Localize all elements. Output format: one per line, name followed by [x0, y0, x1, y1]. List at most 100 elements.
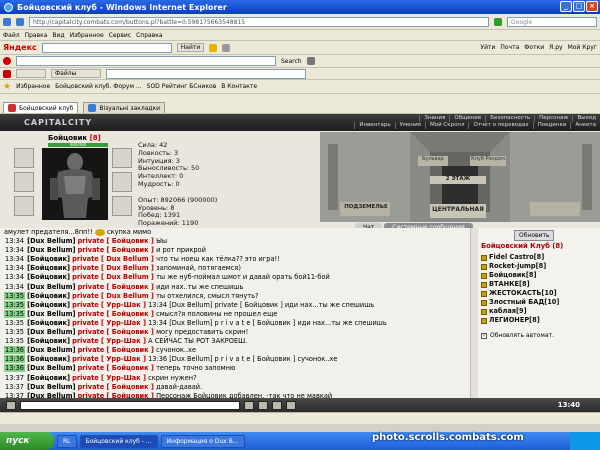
chat-time[interactable]: 13:34	[4, 273, 25, 281]
star-icon[interactable]: ★	[3, 82, 11, 92]
chat-nick[interactable]: [Бойцовик]	[27, 337, 70, 345]
player-name[interactable]: ВТАНКЕ[8]	[489, 280, 530, 289]
minimize-button[interactable]: _	[560, 1, 572, 12]
chat-private[interactable]: private [ Бойцовик ]	[78, 237, 154, 245]
fav-link-forum[interactable]: Бойцовский клуб. Форум ...	[55, 83, 141, 90]
chat-nick[interactable]: [Бойцовик]	[27, 273, 70, 281]
chat-private[interactable]: private [ Бойцовик ]	[78, 346, 154, 354]
online-player[interactable]: Злостный БАД[10]	[478, 298, 600, 307]
auto-refresh-checkbox[interactable]: ✓	[481, 332, 487, 339]
chat-nick[interactable]: [Бойцовик]	[27, 264, 70, 272]
back-icon[interactable]	[3, 17, 11, 26]
chat-nick[interactable]: [Бойцовик]	[27, 355, 70, 363]
google-search-input[interactable]: Google	[507, 16, 597, 27]
nav-scroll[interactable]: Мой Скролл	[424, 122, 468, 129]
yandex-item-exit[interactable]: Уйти	[480, 44, 495, 51]
player-name[interactable]: ЛЕГИОНЕР[8]	[489, 316, 540, 325]
chat-time[interactable]: 13:35	[4, 309, 26, 318]
chat-private[interactable]: private [ Бойцовик ]	[78, 364, 154, 372]
nav-skills[interactable]: Умения	[394, 122, 425, 129]
chat-private[interactable]: private [ Бойцовик ]	[78, 383, 154, 391]
chat-nick[interactable]: [Бойцовик]	[27, 319, 70, 327]
chat-scrollbar[interactable]	[470, 228, 478, 398]
tab-fightclub[interactable]: Бойцовский клуб	[3, 102, 79, 113]
chat-private[interactable]: private [ Урр-Шак ]	[72, 319, 146, 327]
chat-nick[interactable]: [Бойцовик]	[27, 301, 70, 309]
addon-button[interactable]	[16, 69, 46, 78]
task-info[interactable]: Информация о Dux B...	[160, 434, 245, 448]
nav-security[interactable]: Безопасность	[485, 115, 534, 122]
chat-private[interactable]: private [ Бойцовик ]	[78, 283, 154, 291]
player-name[interactable]: Бойцовик[8]	[489, 271, 536, 280]
auto-refresh[interactable]: ✓ Обновлять автомат.	[481, 332, 554, 339]
online-player[interactable]: ЛЕГИОНЕР[8]	[478, 316, 600, 325]
player-name[interactable]: Злостный БАД[10]	[489, 298, 559, 307]
chat-nick[interactable]: [Бойцовик]	[27, 374, 70, 382]
chat-time[interactable]: 13:36	[4, 364, 26, 373]
forward-icon[interactable]	[16, 17, 24, 26]
location-sign-left[interactable]: Бульвар	[418, 156, 448, 162]
translit-button[interactable]	[286, 400, 296, 410]
online-player[interactable]: ЖЕСТОКАСТЬ[10]	[478, 289, 600, 298]
settings-icon[interactable]	[222, 43, 231, 52]
yandex-search-input[interactable]	[41, 42, 172, 53]
chat-time[interactable]: 13:35	[4, 319, 25, 327]
online-player[interactable]: ВТАНКЕ[8]	[478, 280, 600, 289]
tab-bookmarks[interactable]: Візуальні закладки	[83, 102, 166, 113]
menu-favorites[interactable]: Избранное	[70, 32, 104, 39]
location-view[interactable]: Бульвар Клуб Рэндом 2 ЭТАЖ ПОДЗЕМЕЛЬЕ ЦЕ…	[320, 132, 600, 222]
menu-help[interactable]: Справка	[136, 32, 162, 39]
yandex-find-button[interactable]: Найти	[176, 43, 205, 52]
chat-nick[interactable]: [Dux Bellum]	[27, 364, 75, 372]
chat-nick[interactable]: [Бойцовик]	[27, 292, 70, 300]
chat-private[interactable]: private [ Урр-Шак ]	[72, 374, 146, 382]
addon-icon[interactable]	[3, 69, 11, 78]
player-name[interactable]: каблая[9]	[489, 307, 527, 316]
chat-nick[interactable]: [Dux Bellum]	[27, 283, 75, 291]
menu-tools[interactable]: Сервис	[109, 32, 131, 39]
chat-private[interactable]: private [ Dux Bellum ]	[72, 292, 154, 300]
go-icon[interactable]	[494, 17, 502, 26]
fav-link-sod[interactable]: SOD Рейтинг БСников	[147, 83, 217, 90]
player-name[interactable]: ЖЕСТОКАСТЬ[10]	[489, 289, 557, 298]
search-label[interactable]: Search	[281, 58, 302, 65]
stop-icon[interactable]	[3, 57, 11, 65]
helmet-slot[interactable]	[14, 148, 34, 168]
online-player[interactable]: Rocket-jump[8]	[478, 262, 600, 271]
mask-icon[interactable]	[306, 57, 315, 65]
chat-time[interactable]: 13:37	[4, 374, 25, 382]
chat-time[interactable]: 13:34	[4, 283, 25, 291]
chat-nick[interactable]: [Бойцовик]	[27, 255, 70, 263]
chat-time[interactable]: 13:34	[4, 246, 25, 254]
yandex-item-moykrug[interactable]: Мой Круг	[568, 44, 597, 51]
yandex-item-yaru[interactable]: Я.ру	[549, 44, 562, 51]
menu-edit[interactable]: Правка	[25, 32, 48, 39]
chat-time[interactable]: 13:36	[4, 355, 26, 364]
chat-mode-button[interactable]	[6, 400, 16, 410]
nav-exit[interactable]: Выход	[572, 115, 600, 122]
chat-nick[interactable]: [Dux Bellum]	[27, 310, 75, 318]
chat-time[interactable]: 13:34	[4, 264, 25, 272]
favorites-label[interactable]: Избранное	[16, 83, 50, 90]
menu-view[interactable]: Вид	[52, 32, 64, 39]
chat-input[interactable]	[20, 400, 240, 410]
armor-slot[interactable]	[14, 196, 34, 216]
chat-private[interactable]: private [ Бойцовик ]	[78, 246, 154, 254]
start-button[interactable]: пуск	[0, 432, 54, 450]
chat-time[interactable]: 13:35	[4, 328, 25, 336]
online-player[interactable]: каблая[9]	[478, 307, 600, 316]
chat-private[interactable]: private [ Dux Bellum ]	[72, 273, 154, 281]
menu-file[interactable]: Файл	[3, 32, 20, 39]
fav-link-vk[interactable]: В Контакте	[221, 83, 257, 90]
task-fightclub[interactable]: Бойцовский клуб - ...	[79, 434, 158, 448]
chat-private[interactable]: private [ Бойцовик ]	[78, 328, 154, 336]
chat-private[interactable]: private [ Урр-Шак ]	[72, 301, 146, 309]
chat-time[interactable]: 13:35	[4, 337, 25, 345]
yandex-item-mail[interactable]: Почта	[500, 44, 519, 51]
nav-transfers[interactable]: Отчет о переводах	[468, 122, 532, 129]
addon-search-input[interactable]	[16, 56, 276, 66]
nav-character[interactable]: Персонаж	[534, 115, 572, 122]
chat-private[interactable]: private [ Бойцовик ]	[78, 310, 154, 318]
chat-time[interactable]: 13:34	[4, 237, 25, 245]
chat-time[interactable]: 13:35	[4, 291, 26, 300]
